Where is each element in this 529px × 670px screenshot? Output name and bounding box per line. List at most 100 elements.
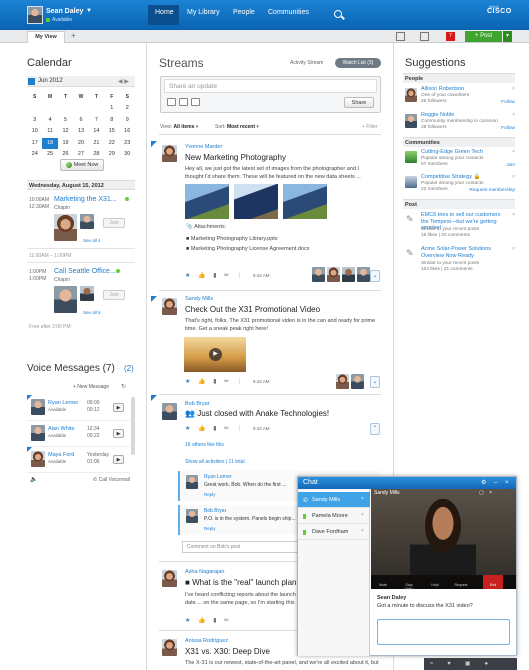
- see-all-link[interactable]: See all 4: [83, 238, 101, 243]
- community-icon[interactable]: [405, 176, 417, 188]
- dismiss-icon[interactable]: ×: [512, 112, 515, 118]
- user-avatar[interactable]: [27, 6, 43, 24]
- reply-author[interactable]: Bob Bryar: [204, 508, 226, 514]
- voice-message-row[interactable]: Ryan Lerner Available 09:00 00:12 ▶: [27, 395, 130, 421]
- join-button[interactable]: Join: [103, 218, 125, 228]
- community-name[interactable]: Cutting-Edge Green Tech: [421, 149, 483, 155]
- reply-link[interactable]: Reply: [204, 492, 216, 497]
- play-icon[interactable]: ▶: [113, 455, 124, 464]
- post-title[interactable]: ■ What is the "real" launch plan: [185, 578, 296, 587]
- add-tab-button[interactable]: +: [71, 31, 76, 40]
- calendar-day[interactable]: 8: [104, 115, 119, 126]
- new-message-button[interactable]: + New Message: [73, 384, 109, 390]
- speaker-icon[interactable]: 🔈: [30, 476, 37, 483]
- voice-unread-count[interactable]: (2): [124, 364, 134, 373]
- post-author[interactable]: Asha Nagarajan: [185, 569, 224, 575]
- layout-columns-icon[interactable]: [420, 32, 429, 41]
- watch-list-tab[interactable]: Watch List (3): [335, 58, 381, 68]
- call-voicemail-button[interactable]: ✆ Call Voicemail: [93, 477, 130, 483]
- post-author-avatar[interactable]: [162, 403, 177, 420]
- calendar-day[interactable]: 5: [58, 115, 73, 126]
- post-author[interactable]: Anissa Rodriguez: [185, 638, 228, 644]
- post-author-avatar[interactable]: [162, 570, 177, 587]
- dismiss-icon[interactable]: ×: [512, 246, 515, 252]
- nav-my-library[interactable]: My Library: [187, 9, 220, 16]
- stop-video-button[interactable]: Stop Video: [401, 575, 417, 591]
- reply-link[interactable]: Reply: [204, 526, 216, 531]
- notifications-badge[interactable]: 7: [446, 32, 455, 41]
- calendar-day[interactable]: 25: [42, 149, 57, 160]
- person-avatar[interactable]: [405, 114, 417, 128]
- follow-link[interactable]: Follow: [501, 100, 515, 105]
- play-icon[interactable]: ▶: [113, 403, 124, 412]
- calendar-day[interactable]: 10: [27, 126, 42, 137]
- join-link[interactable]: Join: [506, 163, 515, 168]
- post-title[interactable]: New Marketing Photography: [185, 153, 286, 162]
- caller-name[interactable]: Maya Ford: [48, 452, 74, 458]
- share-update-input[interactable]: Share an update: [164, 79, 377, 93]
- person-avatar[interactable]: [405, 88, 417, 102]
- follow-link[interactable]: Follow: [501, 126, 515, 131]
- post-author-avatar[interactable]: [162, 145, 177, 162]
- calendar-day[interactable]: 14: [89, 126, 104, 137]
- meet-now-button[interactable]: Meet Now: [60, 159, 104, 171]
- calendar-day[interactable]: 1: [104, 103, 119, 114]
- calendar-day-today[interactable]: 18: [42, 137, 58, 149]
- chat-contact[interactable]: Pamela Moore: [298, 508, 370, 524]
- request-membership-link[interactable]: Request membership: [469, 188, 515, 193]
- view-dropdown[interactable]: All items: [174, 124, 195, 130]
- calendar-day[interactable]: 3: [27, 115, 42, 126]
- caller-name[interactable]: Alan White: [48, 426, 75, 432]
- dock-icons[interactable]: ≈♥▣●: [430, 660, 502, 667]
- post-author-avatar[interactable]: [162, 639, 177, 656]
- calendar-day[interactable]: 19: [58, 138, 73, 149]
- post-button[interactable]: + Post: [465, 31, 502, 42]
- scrollbar[interactable]: [131, 397, 135, 455]
- chat-message-input[interactable]: [377, 619, 510, 645]
- calendar-day[interactable]: 6: [73, 115, 88, 126]
- play-icon[interactable]: ▶: [209, 348, 222, 361]
- dismiss-icon[interactable]: ×: [512, 174, 515, 180]
- nav-communities[interactable]: Communities: [268, 9, 309, 16]
- post-title[interactable]: Check Out the X31 Promotional Video: [185, 305, 320, 314]
- close-icon[interactable]: ×: [361, 512, 364, 518]
- calendar-day[interactable]: 7: [89, 115, 104, 126]
- collapse-icon[interactable]: ⌃: [370, 423, 380, 435]
- calendar-day[interactable]: 22: [104, 138, 119, 149]
- chevron-down-icon[interactable]: ▼: [86, 8, 92, 14]
- post-author[interactable]: Sandy Mills: [185, 296, 213, 302]
- calendar-day[interactable]: 9: [120, 115, 135, 126]
- nav-home[interactable]: Home: [155, 9, 174, 16]
- join-button[interactable]: Join: [103, 290, 125, 300]
- mention-icon[interactable]: [179, 98, 188, 106]
- expand-icon[interactable]: ⌄: [370, 270, 380, 282]
- see-all-link[interactable]: See all 5: [83, 310, 101, 315]
- likes-link[interactable]: 16 others like this: [185, 442, 224, 448]
- reply-author[interactable]: Ryan Lerner: [204, 474, 232, 480]
- post-author-avatar[interactable]: [162, 298, 177, 315]
- post-actions[interactable]: ★ 👍 ▮ ✏ ⋮: [185, 425, 246, 432]
- calendar-day[interactable]: 20: [73, 138, 88, 149]
- calendar-day[interactable]: 30: [120, 149, 135, 160]
- post-dropdown-icon[interactable]: ▼: [503, 31, 512, 42]
- chat-window-controls[interactable]: ⚙ – ×: [481, 479, 512, 486]
- calendar-day[interactable]: 11: [42, 126, 57, 137]
- play-icon[interactable]: ▶: [113, 429, 124, 438]
- show-all-activities-link[interactable]: Show all activities | 11 total: [185, 459, 245, 465]
- search-icon[interactable]: [334, 10, 342, 18]
- dismiss-icon[interactable]: ×: [512, 86, 515, 92]
- chat-contact[interactable]: Dave Fordham: [298, 524, 370, 540]
- event-title[interactable]: Call Seattle Office...: [54, 268, 116, 275]
- voice-message-row[interactable]: Maya Ford Available Yesterday 01:06 ▶: [27, 447, 130, 473]
- event-title[interactable]: Marketing the X31...: [54, 196, 117, 203]
- chat-contact[interactable]: Sandy Mills: [298, 492, 370, 508]
- calendar-day[interactable]: 17: [27, 138, 42, 149]
- post-actions[interactable]: ★ 👍 ▮ ✏: [185, 617, 232, 624]
- attach-file-icon[interactable]: [167, 98, 176, 106]
- community-name[interactable]: Competitive Strategy 🔒: [421, 174, 480, 180]
- sort-dropdown[interactable]: Most recent: [227, 124, 255, 130]
- request-button[interactable]: Request: [453, 575, 469, 589]
- caller-name[interactable]: Ryan Lerner: [48, 400, 78, 406]
- close-icon[interactable]: ×: [361, 496, 364, 502]
- dismiss-icon[interactable]: ×: [512, 149, 515, 155]
